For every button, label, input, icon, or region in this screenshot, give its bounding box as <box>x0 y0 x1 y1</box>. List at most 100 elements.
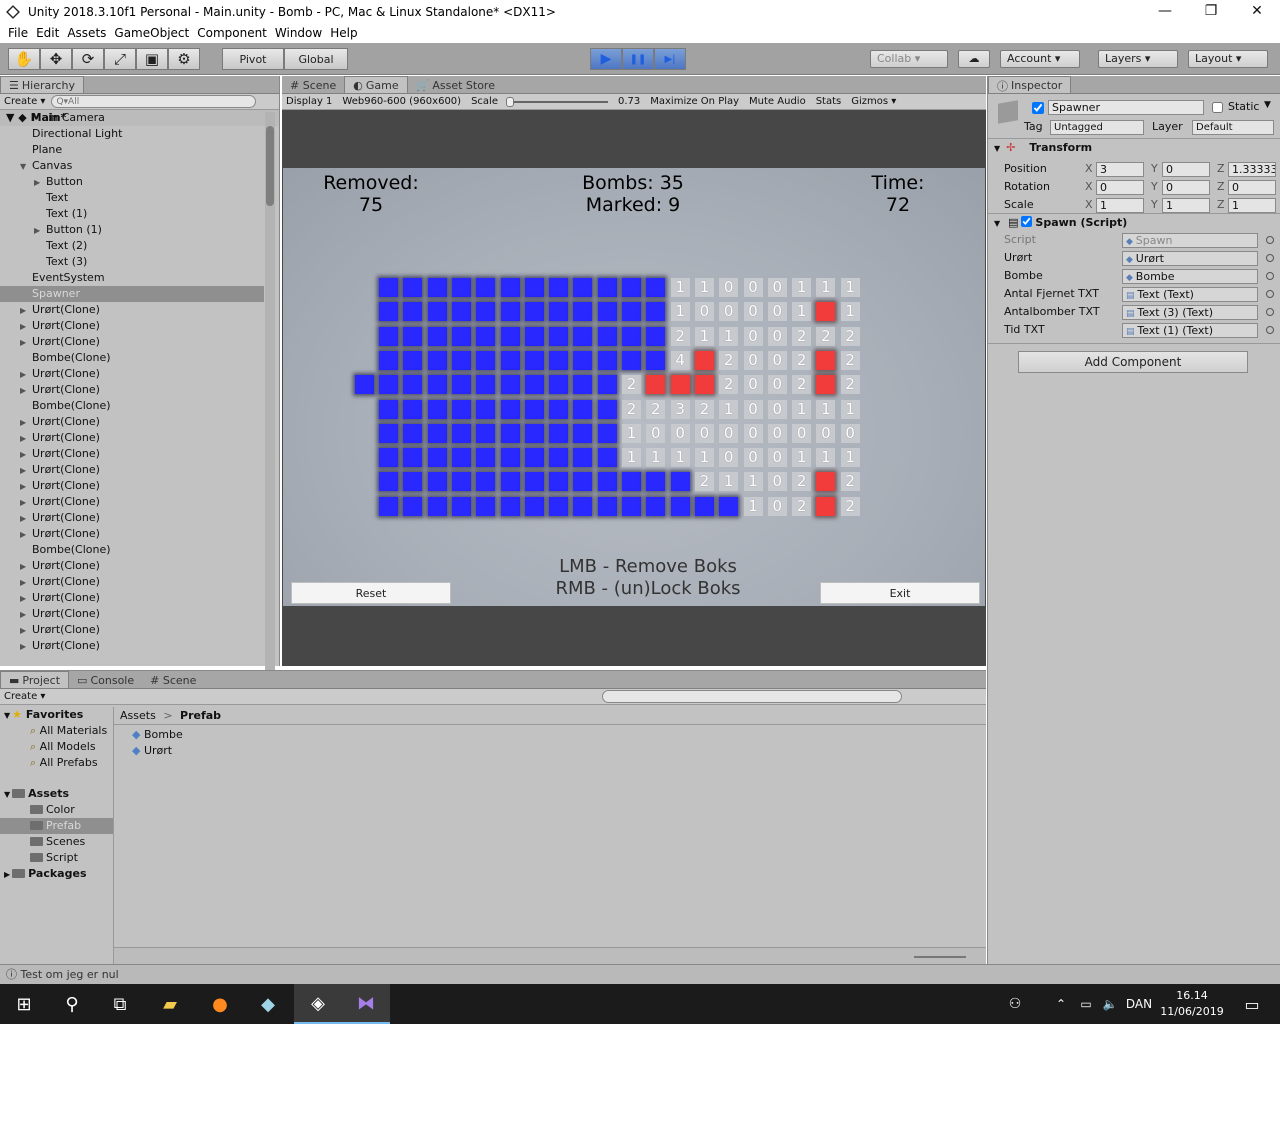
hierarchy-item[interactable]: Directional Light <box>0 126 264 142</box>
covered-cell[interactable] <box>646 302 666 322</box>
covered-cell[interactable] <box>427 448 447 468</box>
covered-cell[interactable] <box>597 302 617 322</box>
covered-cell[interactable] <box>670 496 690 516</box>
icon-size-slider[interactable] <box>914 956 966 958</box>
covered-cell[interactable] <box>500 496 520 516</box>
favorite-item[interactable]: ⌕ All Materials <box>0 723 113 739</box>
visual-studio-icon[interactable]: ⧓ <box>342 984 390 1024</box>
revealed-cell[interactable]: 1 <box>670 448 690 468</box>
layout-dropdown[interactable]: Layout ▾ <box>1188 50 1268 68</box>
covered-cell[interactable] <box>573 448 593 468</box>
revealed-cell[interactable]: 2 <box>792 375 812 395</box>
covered-cell[interactable] <box>451 496 471 516</box>
unity-taskbar-icon[interactable]: ◈ <box>294 984 342 1024</box>
revealed-cell[interactable]: 0 <box>767 399 787 419</box>
add-component-button[interactable]: Add Component <box>1018 351 1248 373</box>
transform-tool-icon[interactable]: ⚙ <box>168 48 200 70</box>
hierarchy-item[interactable]: ▶ Urørt(Clone) <box>0 606 264 622</box>
cloud-icon[interactable]: ☁ <box>958 50 990 68</box>
revealed-cell[interactable]: 0 <box>719 423 739 443</box>
object-picker-icon[interactable] <box>1266 254 1274 262</box>
notes-app-icon[interactable]: ◆ <box>244 984 292 1024</box>
covered-cell[interactable] <box>524 375 544 395</box>
stats-toggle[interactable]: Stats <box>816 96 842 107</box>
hierarchy-item[interactable]: Main Camera <box>0 110 264 126</box>
revealed-cell[interactable]: 2 <box>816 326 836 346</box>
hierarchy-item[interactable]: ▶ Urørt(Clone) <box>0 414 264 430</box>
marked-cell[interactable] <box>694 375 714 395</box>
project-search-input[interactable] <box>602 690 902 703</box>
revealed-cell[interactable]: 0 <box>767 448 787 468</box>
hierarchy-item[interactable]: ▶ Button (1) <box>0 222 264 238</box>
expand-arrow-icon[interactable]: ▶ <box>20 479 32 495</box>
revealed-cell[interactable]: 2 <box>622 399 641 419</box>
object-picker-icon[interactable] <box>1266 308 1274 316</box>
marked-cell[interactable] <box>646 375 666 395</box>
covered-cell[interactable] <box>379 278 398 297</box>
covered-cell[interactable] <box>403 496 423 516</box>
covered-cell[interactable] <box>379 350 398 370</box>
covered-cell[interactable] <box>500 375 520 395</box>
revealed-cell[interactable]: 1 <box>694 326 714 346</box>
revealed-cell[interactable]: 2 <box>840 496 860 516</box>
menu-assets[interactable]: Assets <box>67 26 106 40</box>
revealed-cell[interactable]: 2 <box>670 326 690 346</box>
covered-cell[interactable] <box>451 350 471 370</box>
revealed-cell[interactable]: 1 <box>840 278 860 297</box>
revealed-cell[interactable]: 0 <box>767 350 787 370</box>
revealed-cell[interactable]: 0 <box>767 326 787 346</box>
revealed-cell[interactable]: 0 <box>743 302 763 322</box>
revealed-cell[interactable]: 1 <box>719 326 739 346</box>
covered-cell[interactable] <box>670 472 690 492</box>
menu-edit[interactable]: Edit <box>36 26 59 40</box>
hierarchy-item[interactable]: ▶ Urørt(Clone) <box>0 558 264 574</box>
covered-cell[interactable] <box>476 302 496 322</box>
covered-cell[interactable] <box>549 375 569 395</box>
scale-y-field[interactable]: 1 <box>1162 198 1210 213</box>
marked-cell[interactable] <box>816 472 836 492</box>
revealed-cell[interactable]: 1 <box>840 302 860 322</box>
covered-cell[interactable] <box>646 278 666 297</box>
covered-cell[interactable] <box>646 350 666 370</box>
revealed-cell[interactable]: 2 <box>792 326 812 346</box>
tab-console[interactable]: ▭ Console <box>69 671 142 688</box>
expand-arrow-icon[interactable]: ▶ <box>20 447 32 463</box>
expand-arrow-icon[interactable]: ▶ <box>20 623 32 639</box>
expand-arrow-icon[interactable]: ▶ <box>20 415 32 431</box>
covered-cell[interactable] <box>476 375 496 395</box>
covered-cell[interactable] <box>597 423 617 443</box>
covered-cell[interactable] <box>573 472 593 492</box>
covered-cell[interactable] <box>427 375 447 395</box>
covered-cell[interactable] <box>500 302 520 322</box>
object-picker-icon[interactable] <box>1266 236 1274 244</box>
transform-header[interactable]: ▼ ✢ Transform <box>988 138 1280 156</box>
covered-cell[interactable] <box>549 472 569 492</box>
spawn-field-value[interactable]: ◆ Bombe <box>1122 269 1258 284</box>
spawn-field-value[interactable]: ▤ Text (Text) <box>1122 287 1258 302</box>
revealed-cell[interactable]: 1 <box>840 399 860 419</box>
covered-cell[interactable] <box>524 302 544 322</box>
asset-folder-item[interactable]: Prefab <box>0 818 113 834</box>
tab-scene-bottom[interactable]: # Scene <box>142 671 204 688</box>
hierarchy-item[interactable]: ▶ Urørt(Clone) <box>0 526 264 542</box>
revealed-cell[interactable]: 1 <box>792 278 812 297</box>
step-button[interactable]: ▶| <box>654 48 686 70</box>
covered-cell[interactable] <box>622 496 641 516</box>
revealed-cell[interactable]: 0 <box>719 278 739 297</box>
people-icon[interactable]: ⚇ <box>1000 984 1030 1024</box>
revealed-cell[interactable]: 2 <box>792 496 812 516</box>
object-picker-icon[interactable] <box>1266 326 1274 334</box>
marked-cell[interactable] <box>816 496 836 516</box>
covered-cell[interactable] <box>524 278 544 297</box>
revealed-cell[interactable]: 4 <box>670 350 690 370</box>
revealed-cell[interactable]: 0 <box>670 423 690 443</box>
position-x-field[interactable]: 3 <box>1096 162 1144 177</box>
covered-cell[interactable] <box>427 326 447 346</box>
expand-arrow-icon[interactable]: ▶ <box>34 223 46 239</box>
exit-button[interactable]: Exit <box>820 582 980 604</box>
expand-arrow-icon[interactable]: ▶ <box>20 335 32 351</box>
object-picker-icon[interactable] <box>1266 290 1274 298</box>
covered-cell[interactable] <box>403 423 423 443</box>
display-dropdown[interactable]: Display 1 <box>286 96 332 107</box>
prefab-file-item[interactable]: ◆ Urørt <box>132 743 183 759</box>
